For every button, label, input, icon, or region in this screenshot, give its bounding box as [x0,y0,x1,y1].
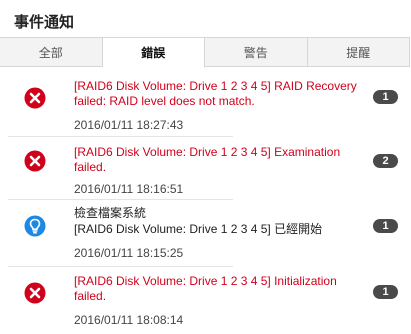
event-item[interactable]: 檢查檔案系統 [RAID6 Disk Volume: Drive 1 2 3 4… [0,200,411,266]
panel-title: 事件通知 [14,14,75,31]
event-timestamp: 2016/01/11 18:27:43 [74,118,184,132]
event-message: [RAID6 Disk Volume: Drive 1 2 3 4 5] Exa… [74,145,341,174]
event-title: 檢查檔案系統 [74,206,147,220]
tab-warnings[interactable]: 警告 [205,38,308,66]
lightbulb-icon [24,215,46,237]
event-item[interactable]: [RAID6 Disk Volume: Drive 1 2 3 4 5] Exa… [0,137,411,203]
event-count-badge: 2 [373,154,398,168]
event-message: [RAID6 Disk Volume: Drive 1 2 3 4 5] 已經開… [74,222,323,236]
event-count-badge: 1 [373,90,398,104]
tab-all[interactable]: 全部 [0,38,103,66]
event-message: [RAID6 Disk Volume: Drive 1 2 3 4 5] RAI… [74,79,357,108]
error-icon [24,150,46,172]
error-icon [24,282,46,304]
event-message: [RAID6 Disk Volume: Drive 1 2 3 4 5] Ini… [74,274,337,303]
event-timestamp: 2016/01/11 18:16:51 [74,182,184,196]
error-icon [24,87,46,109]
event-timestamp: 2016/01/11 18:15:25 [74,246,184,260]
event-notification-panel: 事件通知 全部 錯誤 警告 提醒 [RAID6 Disk Volume: Dri… [0,0,411,334]
event-item[interactable]: [RAID6 Disk Volume: Drive 1 2 3 4 5] RAI… [0,67,411,133]
tab-info[interactable]: 提醒 [307,38,410,66]
event-timestamp: 2016/01/11 18:08:14 [74,313,184,327]
tab-bar: 全部 錯誤 警告 提醒 [0,37,410,68]
event-count-badge: 1 [373,285,398,299]
event-count-badge: 1 [373,219,398,233]
tab-errors[interactable]: 錯誤 [102,38,205,68]
event-item[interactable]: [RAID6 Disk Volume: Drive 1 2 3 4 5] Ini… [0,267,411,333]
